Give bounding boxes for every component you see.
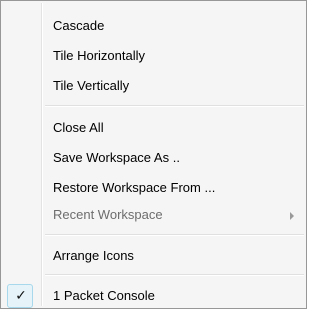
menu-item-label: Tile Vertically: [53, 78, 130, 93]
menu-separator: [45, 105, 304, 107]
window-menu: Cascade Tile Horizontally Tile Verticall…: [0, 0, 307, 309]
submenu-arrow-icon: [290, 212, 294, 220]
checkmark-icon: ✓: [15, 288, 27, 304]
menu-item-tile-vertically[interactable]: Tile Vertically: [3, 73, 304, 99]
menu-item-label: Cascade: [53, 18, 105, 33]
menu-item-label: Save Workspace As ..: [53, 150, 180, 165]
menu-item-tile-horizontally[interactable]: Tile Horizontally: [3, 43, 304, 69]
menu-item-restore-workspace-from[interactable]: Restore Workspace From ...: [3, 175, 304, 201]
menu-item-label: Recent Workspace: [53, 207, 163, 222]
menu-item-label: Arrange Icons: [53, 248, 134, 263]
menu-separator: [45, 274, 304, 276]
menu-item-label: Restore Workspace From ...: [53, 180, 216, 195]
menu-item-close-all[interactable]: Close All: [3, 115, 304, 141]
menu-item-recent-workspace[interactable]: Recent Workspace: [3, 202, 304, 228]
menu-item-label: 1 Packet Console: [53, 288, 155, 303]
menu-item-cascade[interactable]: Cascade: [3, 13, 304, 39]
menu-item-label: Tile Horizontally: [53, 48, 145, 63]
menu-separator: [45, 234, 304, 236]
menu-item-label: Close All: [53, 120, 104, 135]
check-indicator: ✓: [7, 284, 33, 308]
menu-item-packet-console[interactable]: ✓ 1 Packet Console: [3, 283, 304, 309]
menu-item-arrange-icons[interactable]: Arrange Icons: [3, 243, 304, 269]
menu-item-save-workspace-as[interactable]: Save Workspace As ..: [3, 145, 304, 171]
